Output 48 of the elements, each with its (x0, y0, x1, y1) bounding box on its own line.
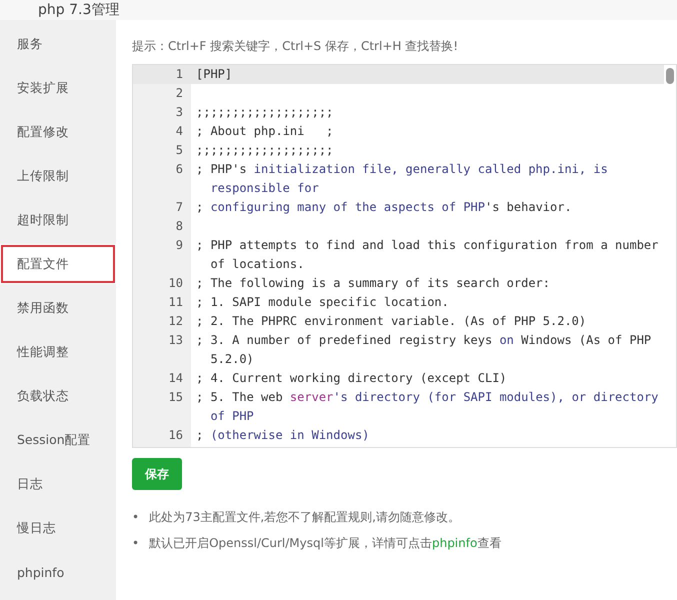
sidebar-item[interactable]: phpinfo (0, 552, 116, 592)
hint-text: 提示：Ctrl+F 搜索关键字，Ctrl+S 保存，Ctrl+H 查找替换! (132, 38, 460, 55)
sidebar-item[interactable]: Session配置 (0, 420, 116, 460)
line-number: 7 (174, 199, 184, 216)
code-line: ; (otherwise in Windows) (195, 427, 370, 444)
sidebar-item[interactable]: 配置文件 (0, 244, 116, 284)
sidebar-item[interactable]: 负载状态 (0, 376, 116, 416)
line-number: 10 (168, 275, 184, 292)
code-line: ; The following is a summary of its search order: (195, 275, 552, 292)
code-line: ;;;;;;;;;;;;;;;;;;; (195, 142, 334, 159)
code-line: ; 3. A number of predefined registry keys on Windows (As of PHP 5.2.0) (195, 332, 652, 368)
line-number: 4 (174, 123, 184, 140)
code-line: ; 5. The web server's directory (for SAPI modules), or directory of PHP (195, 389, 660, 425)
sidebar-item[interactable]: 上传限制 (0, 156, 116, 196)
code-line: ; 1. SAPI module specific location. (195, 294, 450, 311)
line-number: 2 (174, 85, 184, 102)
sidebar-item[interactable]: 服务 (0, 24, 116, 64)
code-line: ; 2. The PHPRC environment variable. (As of PHP 5.2.0) (195, 313, 588, 330)
line-number: 12 (168, 313, 184, 330)
code-line: ; About php.ini ; (195, 123, 334, 140)
line-number: 16 (168, 427, 184, 444)
code-line: ; 4. Current working directory (except CLI) (195, 370, 508, 387)
line-number: 14 (168, 370, 184, 387)
line-number: 3 (174, 104, 184, 121)
sidebar-item[interactable]: 超时限制 (0, 200, 116, 240)
code-line: ; PHP attempts to find and load this configuration from a number of locations. (195, 237, 660, 273)
sidebar-item[interactable]: 日志 (0, 464, 116, 504)
sidebar-item[interactable]: 性能调整 (0, 332, 116, 372)
line-number: 11 (168, 294, 184, 311)
line-number: 5 (174, 142, 184, 159)
line-number: 9 (174, 237, 184, 254)
sidebar-item[interactable]: 慢日志 (0, 508, 116, 548)
sidebar-item[interactable]: 安装扩展 (0, 68, 116, 108)
bullet: • (132, 535, 140, 552)
line-number: 8 (174, 218, 184, 235)
sidebar-item[interactable]: 禁用函数 (0, 288, 116, 328)
line-number: 1 (174, 66, 184, 83)
code-line: [PHP] (195, 66, 234, 83)
note-text: 默认已开启Openssl/Curl/Mysql等扩展，详情可点击phpinfo查看 (149, 535, 502, 552)
code-line: ; configuring many of the aspects of PHP's behavior. (195, 199, 573, 216)
line-number: 13 (168, 332, 184, 349)
line-number: 6 (174, 161, 184, 178)
line-number: 15 (168, 389, 184, 406)
page-title: php 7.3管理 (38, 1, 120, 20)
code-line: ;;;;;;;;;;;;;;;;;;; (195, 104, 334, 121)
sidebar-item[interactable]: 配置修改 (0, 112, 116, 152)
bullet: • (132, 509, 140, 526)
note-text: 此处为73主配置文件,若您不了解配置规则,请勿随意修改。 (149, 509, 460, 526)
